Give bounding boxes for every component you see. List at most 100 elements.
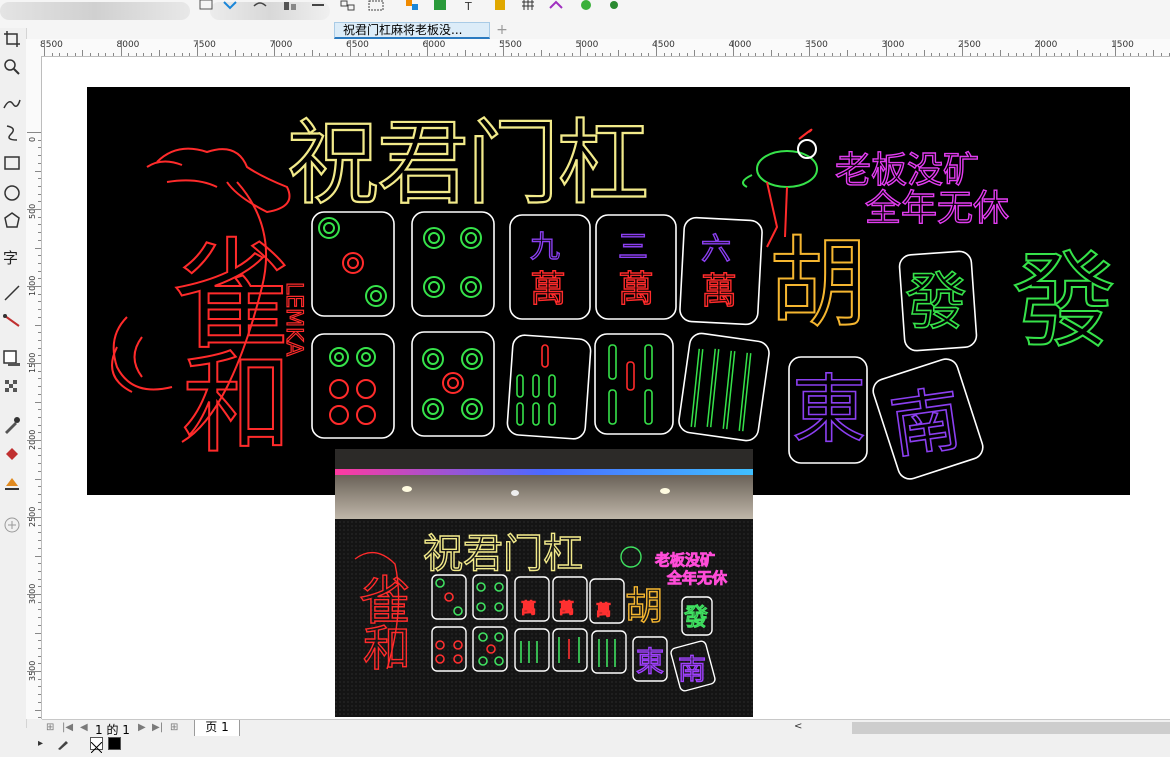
pen-icon[interactable] (56, 738, 70, 750)
group-icon[interactable] (340, 0, 356, 12)
fill-swatch[interactable] (108, 737, 121, 750)
trace-icon[interactable] (252, 0, 268, 12)
shadow-tool-icon[interactable] (1, 348, 23, 370)
ruler-tick (1038, 40, 1040, 56)
ruler-tick (487, 53, 489, 56)
ruler-tick (181, 53, 183, 56)
horizontal-ruler[interactable]: 8500 8000 7500 7000 6500 6000 5500 5000 4500 4000… (26, 39, 1170, 57)
ruler-tick (38, 617, 41, 619)
transparency-tool-icon[interactable] (1, 376, 23, 398)
scrollbar-thumb[interactable] (852, 722, 1170, 734)
ruler-tick (1084, 53, 1086, 56)
vertical-ruler[interactable]: 0500100015002000250030003500 (26, 56, 42, 719)
ruler-tick (258, 53, 260, 56)
expand-arrow-icon[interactable]: ▸ (38, 738, 43, 749)
document-tab[interactable]: 祝君门杠麻将老板没... (334, 22, 490, 39)
ruler-tick (27, 594, 41, 595)
eyedropper-tool-icon[interactable] (1, 414, 23, 436)
ruler-tick (38, 201, 41, 203)
prev-page-icon[interactable]: ◀ (80, 722, 88, 733)
ruler-tick (38, 678, 41, 680)
photo-fa: 發 (684, 603, 708, 631)
ruler-tick (38, 663, 41, 665)
table-icon[interactable] (492, 0, 508, 12)
ruler-tick (38, 332, 41, 334)
ruler-tick (38, 640, 41, 642)
ruler-tick (327, 53, 329, 56)
polygon-tool-icon[interactable] (1, 210, 23, 232)
fa-big-character: 發 (1012, 240, 1116, 362)
ruler-tick (457, 53, 459, 56)
fill-tool-icon[interactable] (1, 444, 23, 466)
last-page-icon[interactable]: ▶| (152, 722, 163, 733)
ruler-tick (174, 53, 176, 56)
add-page-before-icon[interactable]: ⊞ (46, 722, 54, 733)
ruler-tick (648, 53, 650, 56)
ruler-tick (350, 40, 351, 56)
paint-icon[interactable] (578, 0, 594, 12)
ruler-tick (732, 40, 734, 56)
rectangle-tool-icon[interactable] (198, 0, 214, 12)
ruler-tick (38, 409, 41, 411)
scroll-left-icon[interactable]: < (794, 721, 802, 732)
add-tool-icon[interactable] (1, 514, 23, 536)
new-tab-icon[interactable]: + (494, 23, 510, 38)
ruler-tick (38, 270, 41, 272)
ruler-tick (35, 247, 41, 249)
tile-four-dots (411, 211, 495, 317)
horizontal-scrollbar[interactable]: < (792, 720, 1170, 736)
ruler-tick (128, 53, 130, 56)
ruler-tick (319, 53, 321, 56)
effect-icon[interactable] (548, 0, 564, 12)
grid-icon[interactable] (520, 0, 536, 12)
next-page-icon[interactable]: ▶ (138, 722, 146, 733)
installed-sign-photo[interactable]: 祝君门杠 老板没矿 全年无休 雀 和 萬 萬 萬 胡 發 東 南 (335, 449, 753, 717)
photo-hu: 胡 (625, 584, 663, 628)
connector-tool-icon[interactable] (1, 310, 23, 332)
ruler-tick (778, 53, 780, 56)
ruler-tick (870, 53, 872, 56)
align-icon[interactable] (282, 0, 298, 12)
first-page-icon[interactable]: |◀ (62, 722, 73, 733)
dimension-tool-icon[interactable] (1, 282, 23, 304)
freehand-tool-icon[interactable] (1, 92, 23, 114)
ruler-tick (617, 50, 619, 56)
ruler-tick (112, 53, 114, 56)
ruler-tick (709, 53, 711, 56)
rectangle-tool-icon[interactable] (1, 152, 23, 174)
ruler-tick (847, 50, 849, 56)
page-tab[interactable]: 页 1 (194, 720, 240, 737)
ruler-tick (27, 517, 41, 518)
text-frame-icon[interactable]: T (462, 0, 478, 12)
headline-text: 祝君门杠 (287, 110, 647, 217)
plugin-icon[interactable] (606, 0, 622, 12)
add-page-after-icon[interactable]: ⊞ (170, 722, 178, 733)
svg-text:萬: 萬 (701, 271, 737, 312)
ruler-tick (35, 632, 41, 634)
color-layer-icon[interactable] (404, 0, 420, 12)
ruler-tick (418, 53, 420, 56)
ruler-tick (38, 386, 41, 388)
ruler-tick (1069, 53, 1071, 56)
ruler-tick (678, 53, 680, 56)
node-edit-icon[interactable] (222, 0, 238, 12)
distribute-icon[interactable] (310, 0, 326, 12)
crop-tool-icon[interactable] (1, 28, 23, 50)
zoom-tool-icon[interactable] (1, 56, 23, 78)
text-tool-icon[interactable]: 字 (1, 246, 23, 268)
ungroup-icon[interactable] (368, 0, 384, 12)
smart-draw-tool-icon[interactable] (1, 122, 23, 144)
ruler-tick (38, 309, 41, 311)
ruler-tick (533, 53, 535, 56)
ellipse-tool-icon[interactable] (1, 182, 23, 204)
ruler-tick (38, 224, 41, 226)
ruler-tick (38, 447, 41, 449)
neon-design-artboard[interactable]: 雀 和 LEMKA 祝君门杠 老板没矿 全年无休 九 萬 三 萬 六 萬 胡 發… (87, 87, 1130, 495)
image-icon[interactable] (432, 0, 448, 12)
smart-fill-tool-icon[interactable] (1, 472, 23, 494)
ruler-tick (388, 50, 390, 56)
ruler-tick (403, 53, 405, 56)
ruler-tick (74, 53, 76, 56)
ruler-tick (1099, 53, 1101, 56)
outline-swatch[interactable] (90, 737, 103, 754)
